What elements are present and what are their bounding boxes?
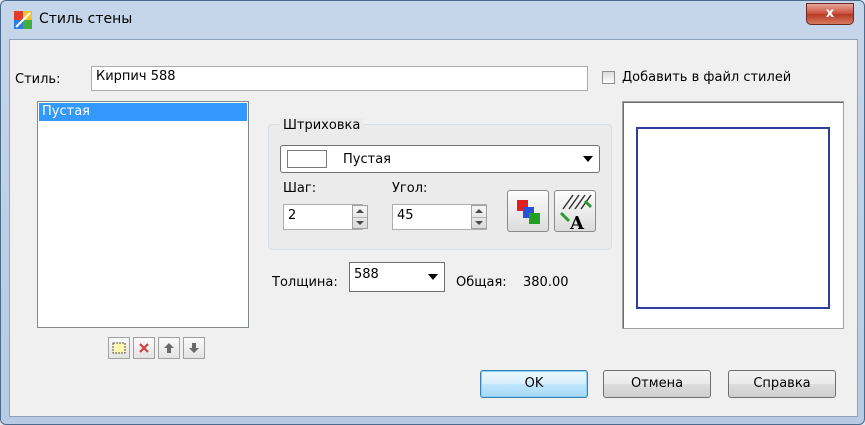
preview-wall-outline (636, 127, 830, 309)
thickness-value: 588 (354, 267, 379, 282)
spin-up-icon[interactable] (356, 209, 364, 213)
cancel-button[interactable]: Отмена (603, 370, 711, 398)
app-icon (14, 11, 32, 29)
spin-up-icon[interactable] (475, 209, 483, 213)
thickness-label: Толщина: (272, 275, 338, 290)
add-to-style-file-checkbox[interactable] (602, 71, 615, 84)
layers-list[interactable]: Пустая (37, 101, 249, 328)
hatch-text-icon: A (559, 194, 593, 234)
move-layer-up-button[interactable] (158, 337, 180, 359)
hatch-pattern-swatch (287, 150, 327, 168)
window-title: Стиль стены (39, 11, 133, 27)
total-value: 380.00 (523, 275, 569, 290)
ok-button[interactable]: OK (480, 370, 588, 398)
add-layer-button[interactable] (108, 337, 130, 359)
step-spinner[interactable] (352, 205, 368, 229)
hatch-pattern-value: Пустая (343, 152, 391, 167)
step-label: Шаг: (283, 181, 317, 196)
title-bar[interactable]: Стиль стены x (1, 1, 864, 39)
style-label: Стиль: (15, 72, 61, 87)
total-label: Общая: (456, 275, 507, 290)
angle-label: Угол: (392, 181, 428, 196)
arrow-up-icon (164, 343, 174, 353)
list-item[interactable]: Пустая (39, 103, 247, 121)
add-to-style-file-label: Добавить в файл стилей (622, 70, 792, 85)
hatch-pattern-dropdown[interactable]: Пустая (280, 145, 600, 173)
spin-down-icon[interactable] (475, 221, 483, 225)
angle-spinner[interactable] (471, 205, 487, 229)
new-layer-icon (112, 342, 126, 354)
dialog-client-area: Стиль: Кирпич 588 Добавить в файл стилей… (9, 39, 858, 417)
help-button[interactable]: Справка (728, 370, 836, 398)
arrow-down-icon (189, 343, 199, 353)
close-button[interactable]: x (806, 3, 854, 25)
delete-layer-button[interactable] (133, 337, 155, 359)
style-preview (622, 101, 844, 329)
hatch-color-button[interactable] (507, 190, 549, 232)
close-icon: x (825, 6, 835, 21)
step-input[interactable]: 2 (283, 204, 363, 230)
thickness-dropdown[interactable]: 588 (349, 262, 445, 292)
hatch-text-style-button[interactable]: A (554, 190, 596, 234)
color-palette-icon (517, 200, 540, 224)
chevron-down-icon (428, 274, 438, 280)
spin-down-icon[interactable] (356, 221, 364, 225)
dialog-window: Стиль стены x Стиль: Кирпич 588 Добавить… (0, 0, 865, 425)
hatch-group-title: Штриховка (280, 118, 364, 133)
move-layer-down-button[interactable] (183, 337, 205, 359)
style-name-input[interactable]: Кирпич 588 (91, 66, 588, 91)
chevron-down-icon (583, 156, 593, 162)
svg-text:A: A (569, 213, 585, 231)
delete-icon (139, 343, 149, 353)
